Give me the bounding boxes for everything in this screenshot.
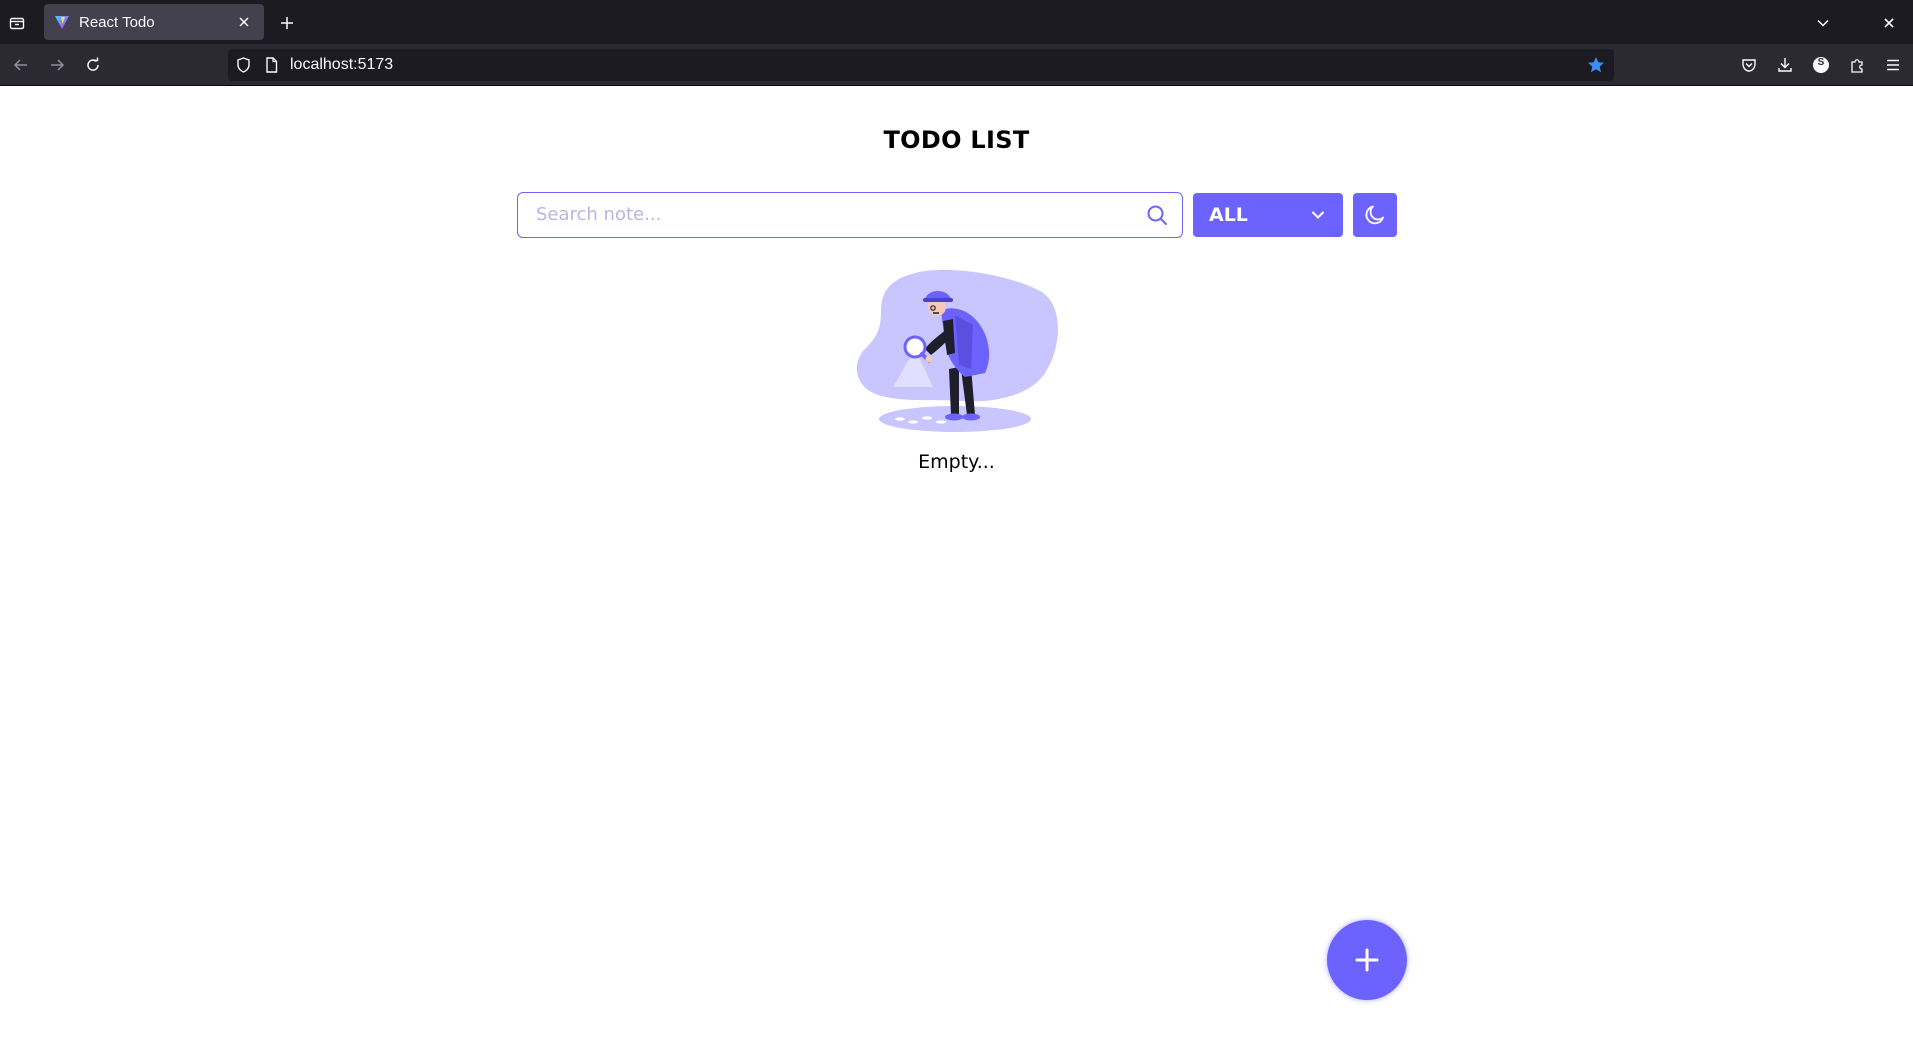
search-input[interactable] <box>518 193 1138 236</box>
close-icon[interactable] <box>234 12 254 32</box>
tab-list-icon[interactable] <box>4 12 30 34</box>
search-box[interactable] <box>517 192 1183 238</box>
new-tab-button[interactable] <box>276 12 298 34</box>
url-bar[interactable]: localhost:5173 <box>228 49 1614 81</box>
arrow-right-icon <box>51 59 65 71</box>
url-text[interactable]: localhost:5173 <box>290 55 393 75</box>
page-icon[interactable] <box>262 56 280 74</box>
window-close-button[interactable] <box>1878 12 1900 34</box>
tab-title: React Todo <box>79 13 155 31</box>
browser-tabbar: React Todo <box>0 0 1913 44</box>
filter-selected-value: ALL <box>1209 204 1248 226</box>
arrow-left-icon <box>13 59 27 71</box>
account-icon[interactable]: S <box>1809 53 1833 77</box>
plus-icon <box>281 17 293 29</box>
hamburger-menu-icon[interactable] <box>1881 53 1905 77</box>
reload-button[interactable] <box>81 53 105 77</box>
detective-magnifier-illustration <box>855 269 1059 439</box>
filter-select[interactable]: ALL <box>1193 193 1343 237</box>
pocket-icon[interactable] <box>1737 53 1761 77</box>
chevron-down-icon[interactable] <box>1812 12 1834 34</box>
browser-navbar: localhost:5173 S <box>0 44 1913 86</box>
account-initial: S <box>1817 57 1825 68</box>
moon-icon <box>1365 205 1384 225</box>
todo-app: TODO LIST ALL <box>0 87 1913 1046</box>
back-button[interactable] <box>9 53 33 77</box>
shield-icon[interactable] <box>234 56 252 74</box>
plus-icon <box>1355 948 1379 972</box>
download-icon[interactable] <box>1773 53 1797 77</box>
forward-button[interactable] <box>45 53 69 77</box>
chevron-down-icon <box>1309 206 1327 224</box>
star-filled-icon[interactable] <box>1586 55 1606 75</box>
puzzle-icon[interactable] <box>1845 53 1869 77</box>
browser-tab-active[interactable]: React Todo <box>44 4 264 40</box>
empty-state-text: Empty... <box>918 451 995 473</box>
vite-logo-icon <box>54 14 70 30</box>
theme-toggle-button[interactable] <box>1353 193 1397 237</box>
reload-icon <box>87 57 99 71</box>
close-icon <box>1884 18 1894 28</box>
page-title: TODO LIST <box>883 126 1030 154</box>
search-icon[interactable] <box>1146 204 1168 226</box>
add-note-button[interactable] <box>1327 920 1407 1000</box>
